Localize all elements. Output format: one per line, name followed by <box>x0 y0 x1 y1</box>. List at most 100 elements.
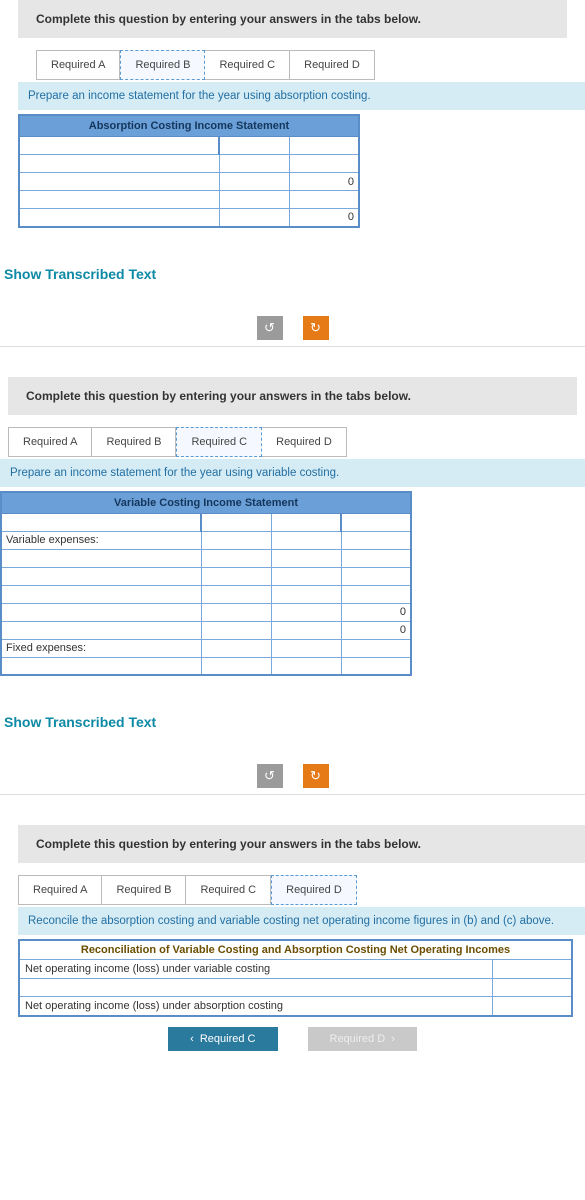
cell-input[interactable] <box>341 513 411 531</box>
cell-input[interactable] <box>341 639 411 657</box>
table-title: Absorption Costing Income Statement <box>19 115 359 137</box>
cell-input[interactable] <box>19 137 219 155</box>
cell-input[interactable] <box>19 209 219 227</box>
tab-required-c[interactable]: Required C <box>176 427 262 457</box>
cell-input[interactable] <box>271 603 341 621</box>
cell-input[interactable] <box>341 567 411 585</box>
cell-input[interactable] <box>19 191 219 209</box>
undo-button[interactable]: ↺ <box>257 764 283 788</box>
block-required-d: Complete this question by entering your … <box>0 825 585 1051</box>
cell-input[interactable] <box>271 621 341 639</box>
tabs: Required A Required B Required C Require… <box>18 875 585 905</box>
cell-value[interactable]: 0 <box>289 209 359 227</box>
redo-button[interactable]: ↻ <box>303 764 329 788</box>
prev-button[interactable]: ‹ Required C <box>168 1027 277 1051</box>
next-button[interactable]: Required D › <box>308 1027 417 1051</box>
cell-input[interactable] <box>201 603 271 621</box>
absorption-costing-table: Absorption Costing Income Statement 0 0 <box>18 114 360 228</box>
block-required-b: Complete this question by entering your … <box>0 0 585 228</box>
cell-input[interactable] <box>271 585 341 603</box>
cell-input[interactable] <box>201 567 271 585</box>
cell-input[interactable] <box>219 137 289 155</box>
tab-required-a[interactable]: Required A <box>36 50 120 80</box>
cell-input[interactable] <box>201 585 271 603</box>
undo-button[interactable]: ↺ <box>257 316 283 340</box>
cell-input[interactable] <box>219 209 289 227</box>
cell-input[interactable] <box>19 979 492 997</box>
action-row: ↺ ↻ <box>0 316 585 340</box>
tab-required-a[interactable]: Required A <box>8 427 92 457</box>
undo-icon: ↺ <box>264 768 275 784</box>
variable-table-wrap: Variable Costing Income Statement Variab… <box>0 491 585 677</box>
cell-input[interactable] <box>1 657 201 675</box>
cell-input[interactable] <box>289 137 359 155</box>
cell-input[interactable] <box>201 513 271 531</box>
cell-input[interactable] <box>1 621 201 639</box>
row-label: Net operating income (loss) under absorp… <box>19 997 492 1017</box>
cell-input[interactable] <box>201 549 271 567</box>
show-transcribed-link[interactable]: Show Transcribed Text <box>0 258 585 308</box>
cell-input[interactable] <box>271 513 341 531</box>
tabs: Required A Required B Required C Require… <box>36 50 585 80</box>
cell-input[interactable] <box>1 513 201 531</box>
reconciliation-wrap: Reconciliation of Variable Costing and A… <box>18 939 585 1017</box>
cell-input[interactable] <box>289 155 359 173</box>
cell-input[interactable] <box>201 657 271 675</box>
label-fixed-expenses: Fixed expenses: <box>1 639 201 657</box>
undo-icon: ↺ <box>264 320 275 336</box>
block-required-c: Complete this question by entering your … <box>0 377 585 677</box>
cell-input[interactable] <box>492 979 572 997</box>
cell-input[interactable] <box>1 603 201 621</box>
tab-required-d[interactable]: Required D <box>271 875 357 905</box>
cell-input[interactable] <box>341 531 411 549</box>
action-row: ↺ ↻ <box>0 764 585 788</box>
show-transcribed-link[interactable]: Show Transcribed Text <box>0 706 585 756</box>
cell-input[interactable] <box>271 657 341 675</box>
cell-value[interactable]: 0 <box>341 603 411 621</box>
tab-required-d[interactable]: Required D <box>290 50 375 80</box>
reconciliation-table: Reconciliation of Variable Costing and A… <box>18 939 573 1017</box>
nav-row: ‹ Required C Required D › <box>0 1027 585 1051</box>
tab-required-c[interactable]: Required C <box>205 50 290 80</box>
chevron-right-icon: › <box>391 1033 395 1045</box>
cell-input[interactable] <box>201 639 271 657</box>
instruction-bar: Complete this question by entering your … <box>18 0 567 38</box>
tab-required-d[interactable]: Required D <box>262 427 347 457</box>
prev-label: Required C <box>200 1033 256 1045</box>
row-label: Net operating income (loss) under variab… <box>19 960 492 979</box>
redo-button[interactable]: ↻ <box>303 316 329 340</box>
cell-input[interactable] <box>492 997 572 1017</box>
tab-required-b[interactable]: Required B <box>120 50 205 80</box>
label-variable-expenses: Variable expenses: <box>1 531 201 549</box>
cell-input[interactable] <box>289 191 359 209</box>
cell-input[interactable] <box>201 621 271 639</box>
cell-input[interactable] <box>341 549 411 567</box>
cell-input[interactable] <box>271 549 341 567</box>
absorption-table-wrap: Absorption Costing Income Statement 0 0 <box>18 114 585 228</box>
cell-input[interactable] <box>1 567 201 585</box>
cell-input[interactable] <box>19 173 219 191</box>
cell-input[interactable] <box>271 567 341 585</box>
cell-value[interactable]: 0 <box>341 621 411 639</box>
cell-input[interactable] <box>219 191 289 209</box>
redo-icon: ↻ <box>310 768 321 784</box>
tab-required-c[interactable]: Required C <box>186 875 271 905</box>
instruction-bar: Complete this question by entering your … <box>8 377 577 415</box>
cell-input[interactable] <box>1 585 201 603</box>
cell-input[interactable] <box>341 585 411 603</box>
cell-input[interactable] <box>271 531 341 549</box>
cell-value[interactable]: 0 <box>289 173 359 191</box>
cell-input[interactable] <box>1 549 201 567</box>
tab-required-b[interactable]: Required B <box>102 875 186 905</box>
chevron-left-icon: ‹ <box>190 1033 194 1045</box>
cell-input[interactable] <box>19 155 219 173</box>
tab-required-b[interactable]: Required B <box>92 427 176 457</box>
cell-input[interactable] <box>341 657 411 675</box>
tab-required-a[interactable]: Required A <box>18 875 102 905</box>
cell-input[interactable] <box>219 173 289 191</box>
cell-input[interactable] <box>271 639 341 657</box>
cell-input[interactable] <box>219 155 289 173</box>
cell-input[interactable] <box>201 531 271 549</box>
table-title: Reconciliation of Variable Costing and A… <box>19 940 572 960</box>
cell-input[interactable] <box>492 960 572 979</box>
